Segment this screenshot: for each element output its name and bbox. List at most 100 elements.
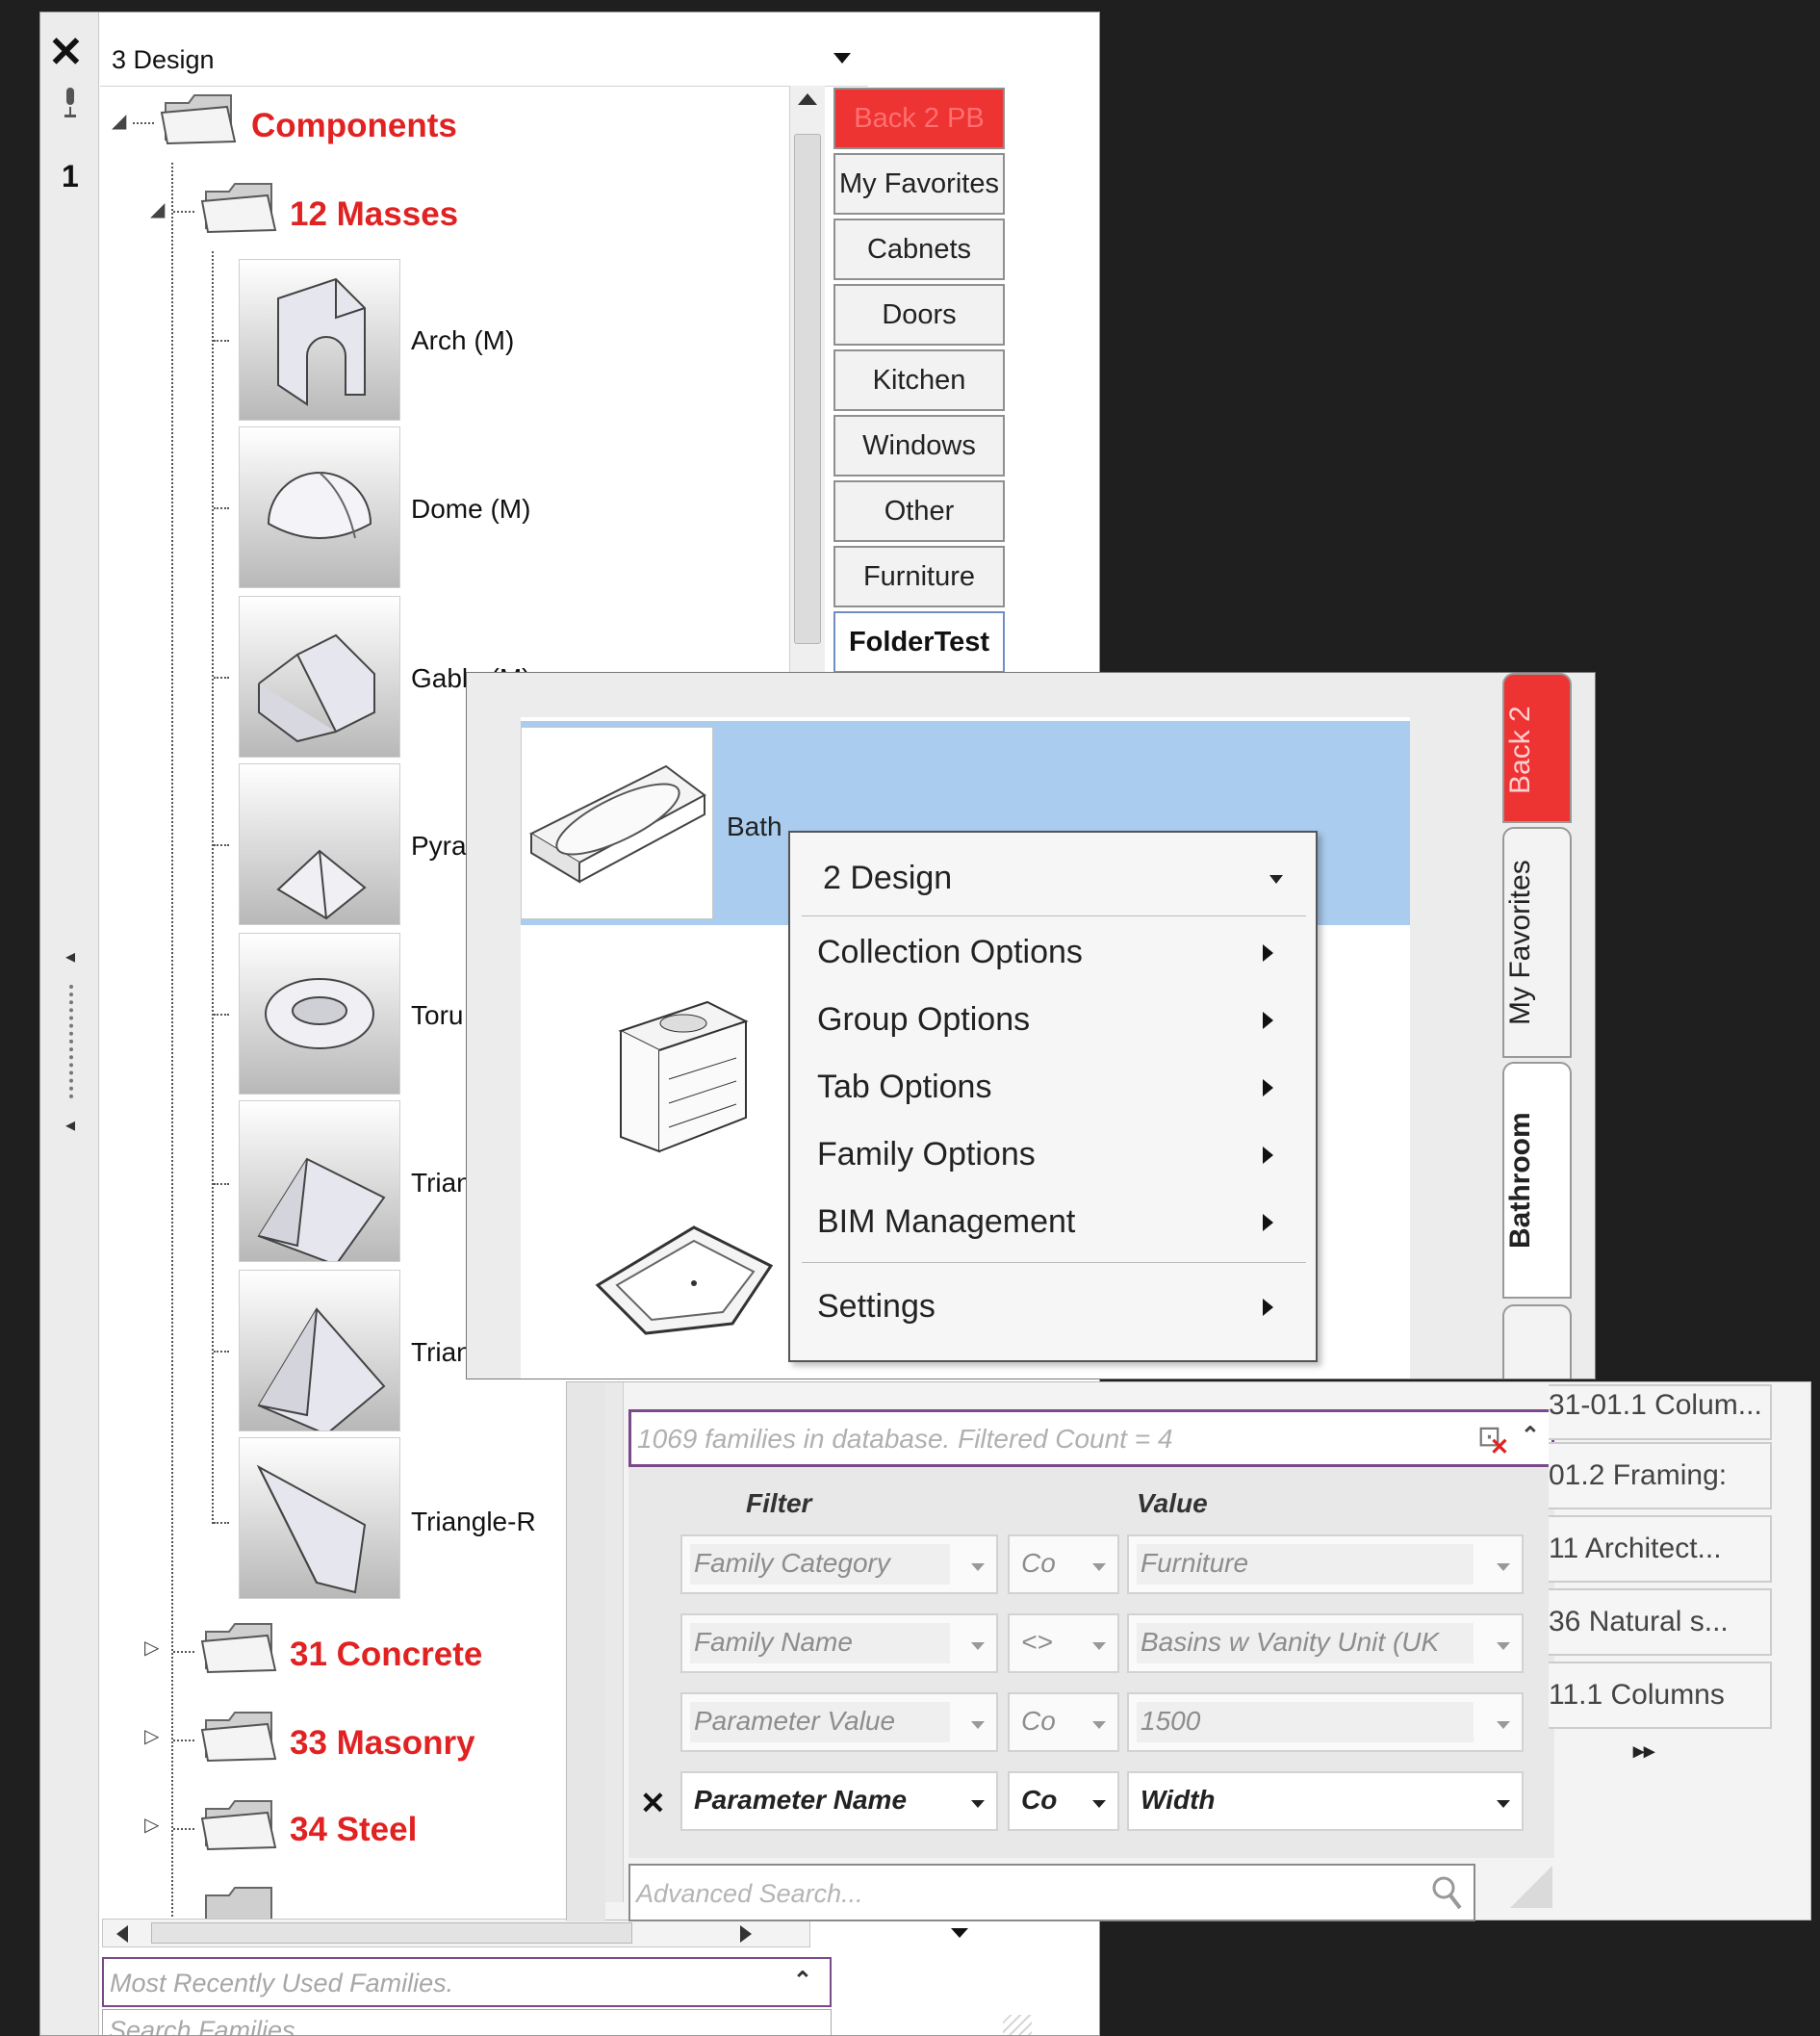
- menu-item-bim-management[interactable]: BIM Management: [802, 1191, 1306, 1254]
- value-select[interactable]: Furniture: [1127, 1534, 1524, 1594]
- microphone-icon[interactable]: [64, 88, 77, 120]
- tab-back-2-pb[interactable]: Back 2 PB: [833, 88, 1005, 149]
- tab-category[interactable]: 11.1 Columns: [1549, 1662, 1772, 1729]
- family-thumbnail[interactable]: [239, 259, 400, 421]
- chevron-down-icon: [971, 1800, 985, 1808]
- tree-line: [214, 844, 229, 846]
- horizontal-scrollbar[interactable]: [102, 1919, 810, 1947]
- family-thumbnail[interactable]: [239, 1437, 400, 1599]
- design-combo-value: 2 Design: [823, 860, 953, 896]
- tree-node-components[interactable]: Components: [251, 107, 457, 145]
- family-item[interactable]: Pyra: [411, 831, 467, 862]
- menu-item-label: BIM Management: [817, 1203, 1076, 1240]
- expand-toggle[interactable]: ▷: [144, 1724, 159, 1748]
- tab-label: Back 2: [1504, 706, 1536, 794]
- tab-kitchen[interactable]: Kitchen: [833, 349, 1005, 411]
- tab-doors[interactable]: Doors: [833, 284, 1005, 346]
- family-thumbnail[interactable]: [239, 1270, 400, 1436]
- design-combo[interactable]: 2 Design: [804, 846, 1304, 906]
- left-margin: [567, 1382, 605, 1921]
- menu-item-collection-options[interactable]: Collection Options: [802, 921, 1306, 985]
- double-chevron-up-icon[interactable]: ⌃: [1521, 1422, 1540, 1450]
- family-thumbnail[interactable]: [239, 1100, 400, 1267]
- select-value: Width: [1141, 1785, 1216, 1815]
- tree-node-masonry[interactable]: 33 Masonry: [290, 1724, 475, 1763]
- mru-dropdown[interactable]: Most Recently Used Families. ⌃: [102, 1957, 832, 2007]
- tab-partial[interactable]: [1502, 1304, 1572, 1379]
- design-combo-value: 3 Design: [112, 45, 215, 74]
- expand-toggle[interactable]: ◢: [150, 197, 165, 221]
- chevron-down-icon[interactable]: [951, 1928, 968, 1938]
- menu-item-label: Family Options: [817, 1136, 1036, 1173]
- scrollbar-track[interactable]: [605, 1382, 624, 1902]
- filter-field-select[interactable]: Parameter Value: [680, 1692, 998, 1752]
- bath-icon: [528, 764, 706, 884]
- design-combo[interactable]: 3 Design: [100, 32, 868, 87]
- tab-cabnets[interactable]: Cabnets: [833, 219, 1005, 280]
- tab-back-2[interactable]: Back 2: [1502, 673, 1572, 823]
- menu-item-tab-options[interactable]: Tab Options: [802, 1056, 1306, 1120]
- resize-grip-icon[interactable]: [1510, 1866, 1552, 1908]
- tab-category[interactable]: 11 Architect...: [1549, 1515, 1772, 1583]
- tab-bathroom[interactable]: Bathroom: [1502, 1062, 1572, 1299]
- tab-category[interactable]: 01.2 Framing:: [1549, 1442, 1772, 1509]
- tab-windows[interactable]: Windows: [833, 415, 1005, 477]
- operator-select[interactable]: Co: [1008, 1771, 1119, 1831]
- operator-select[interactable]: Co: [1008, 1534, 1119, 1594]
- tab-category[interactable]: 31-01.1 Colum...: [1549, 1384, 1772, 1440]
- menu-item-family-options[interactable]: Family Options: [802, 1123, 1306, 1187]
- operator-select[interactable]: <>: [1008, 1613, 1119, 1673]
- tab-my-favorites[interactable]: My Favorites: [1502, 827, 1572, 1058]
- chevron-down-icon[interactable]: [833, 53, 851, 64]
- tree-node-masses[interactable]: 12 Masses: [290, 195, 458, 234]
- scroll-left-icon[interactable]: [116, 1925, 128, 1943]
- tree-node-concrete[interactable]: 31 Concrete: [290, 1636, 482, 1674]
- family-item[interactable]: Trian: [411, 1168, 472, 1198]
- tab-other[interactable]: Other: [833, 480, 1005, 542]
- value-select[interactable]: Width: [1127, 1771, 1524, 1831]
- family-item[interactable]: Arch (M): [411, 325, 514, 356]
- collapse-left-icon[interactable]: ◂: [65, 944, 75, 968]
- clear-filter-icon[interactable]: ✕: [1490, 1433, 1509, 1461]
- filter-field-select[interactable]: Family Category: [680, 1534, 998, 1594]
- double-chevron-up-icon[interactable]: ⌃: [793, 1967, 812, 1995]
- chevron-down-icon[interactable]: [1269, 875, 1283, 884]
- menu-item-group-options[interactable]: Group Options: [802, 989, 1306, 1052]
- family-item[interactable]: Triangle-R: [411, 1507, 536, 1537]
- tab-my-favorites[interactable]: My Favorites: [833, 153, 1005, 215]
- family-item[interactable]: Dome (M): [411, 494, 530, 525]
- scroll-right-icon[interactable]: [740, 1925, 752, 1943]
- tree-node-steel[interactable]: 34 Steel: [290, 1811, 417, 1849]
- advanced-search-input[interactable]: Advanced Search...: [628, 1864, 1475, 1921]
- splitter-grip[interactable]: [69, 985, 73, 1098]
- filter-field-select[interactable]: Parameter Name: [680, 1771, 998, 1831]
- close-icon[interactable]: ✕: [48, 32, 84, 74]
- filter-field-select[interactable]: Family Name: [680, 1613, 998, 1673]
- collapse-left-icon[interactable]: ◂: [65, 1113, 75, 1137]
- tab-category[interactable]: 36 Natural s...: [1549, 1588, 1772, 1656]
- search-icon[interactable]: [1431, 1875, 1462, 1912]
- resize-grip-icon[interactable]: [1003, 2015, 1032, 2035]
- expand-toggle[interactable]: ▷: [144, 1813, 159, 1837]
- menu-item-settings[interactable]: Settings: [802, 1276, 1306, 1339]
- tab-furniture[interactable]: Furniture: [833, 546, 1005, 607]
- family-thumbnail[interactable]: [239, 763, 400, 925]
- family-item[interactable]: Toru: [411, 1000, 463, 1031]
- scroll-up-icon[interactable]: [798, 93, 817, 105]
- family-thumbnail[interactable]: [239, 933, 400, 1095]
- tab-foldertest[interactable]: FolderTest: [833, 611, 1005, 673]
- value-select[interactable]: Basins w Vanity Unit (UK: [1127, 1613, 1524, 1673]
- value-select[interactable]: 1500: [1127, 1692, 1524, 1752]
- tab-label: My Favorites: [1504, 860, 1536, 1025]
- scrollbar-thumb[interactable]: [794, 134, 821, 644]
- search-families-input[interactable]: Search Families...: [102, 2009, 832, 2035]
- remove-row-icon[interactable]: ✕: [640, 1785, 666, 1821]
- family-thumbnail[interactable]: [239, 426, 400, 588]
- scrollbar-thumb[interactable]: [151, 1922, 632, 1944]
- operator-select[interactable]: Co: [1008, 1692, 1119, 1752]
- scroll-tabs-icon[interactable]: ▸▸: [1633, 1739, 1654, 1764]
- expand-toggle[interactable]: ◢: [112, 109, 126, 133]
- family-thumbnail[interactable]: [239, 596, 400, 758]
- family-item[interactable]: Trian: [411, 1337, 472, 1368]
- expand-toggle[interactable]: ▷: [144, 1636, 159, 1660]
